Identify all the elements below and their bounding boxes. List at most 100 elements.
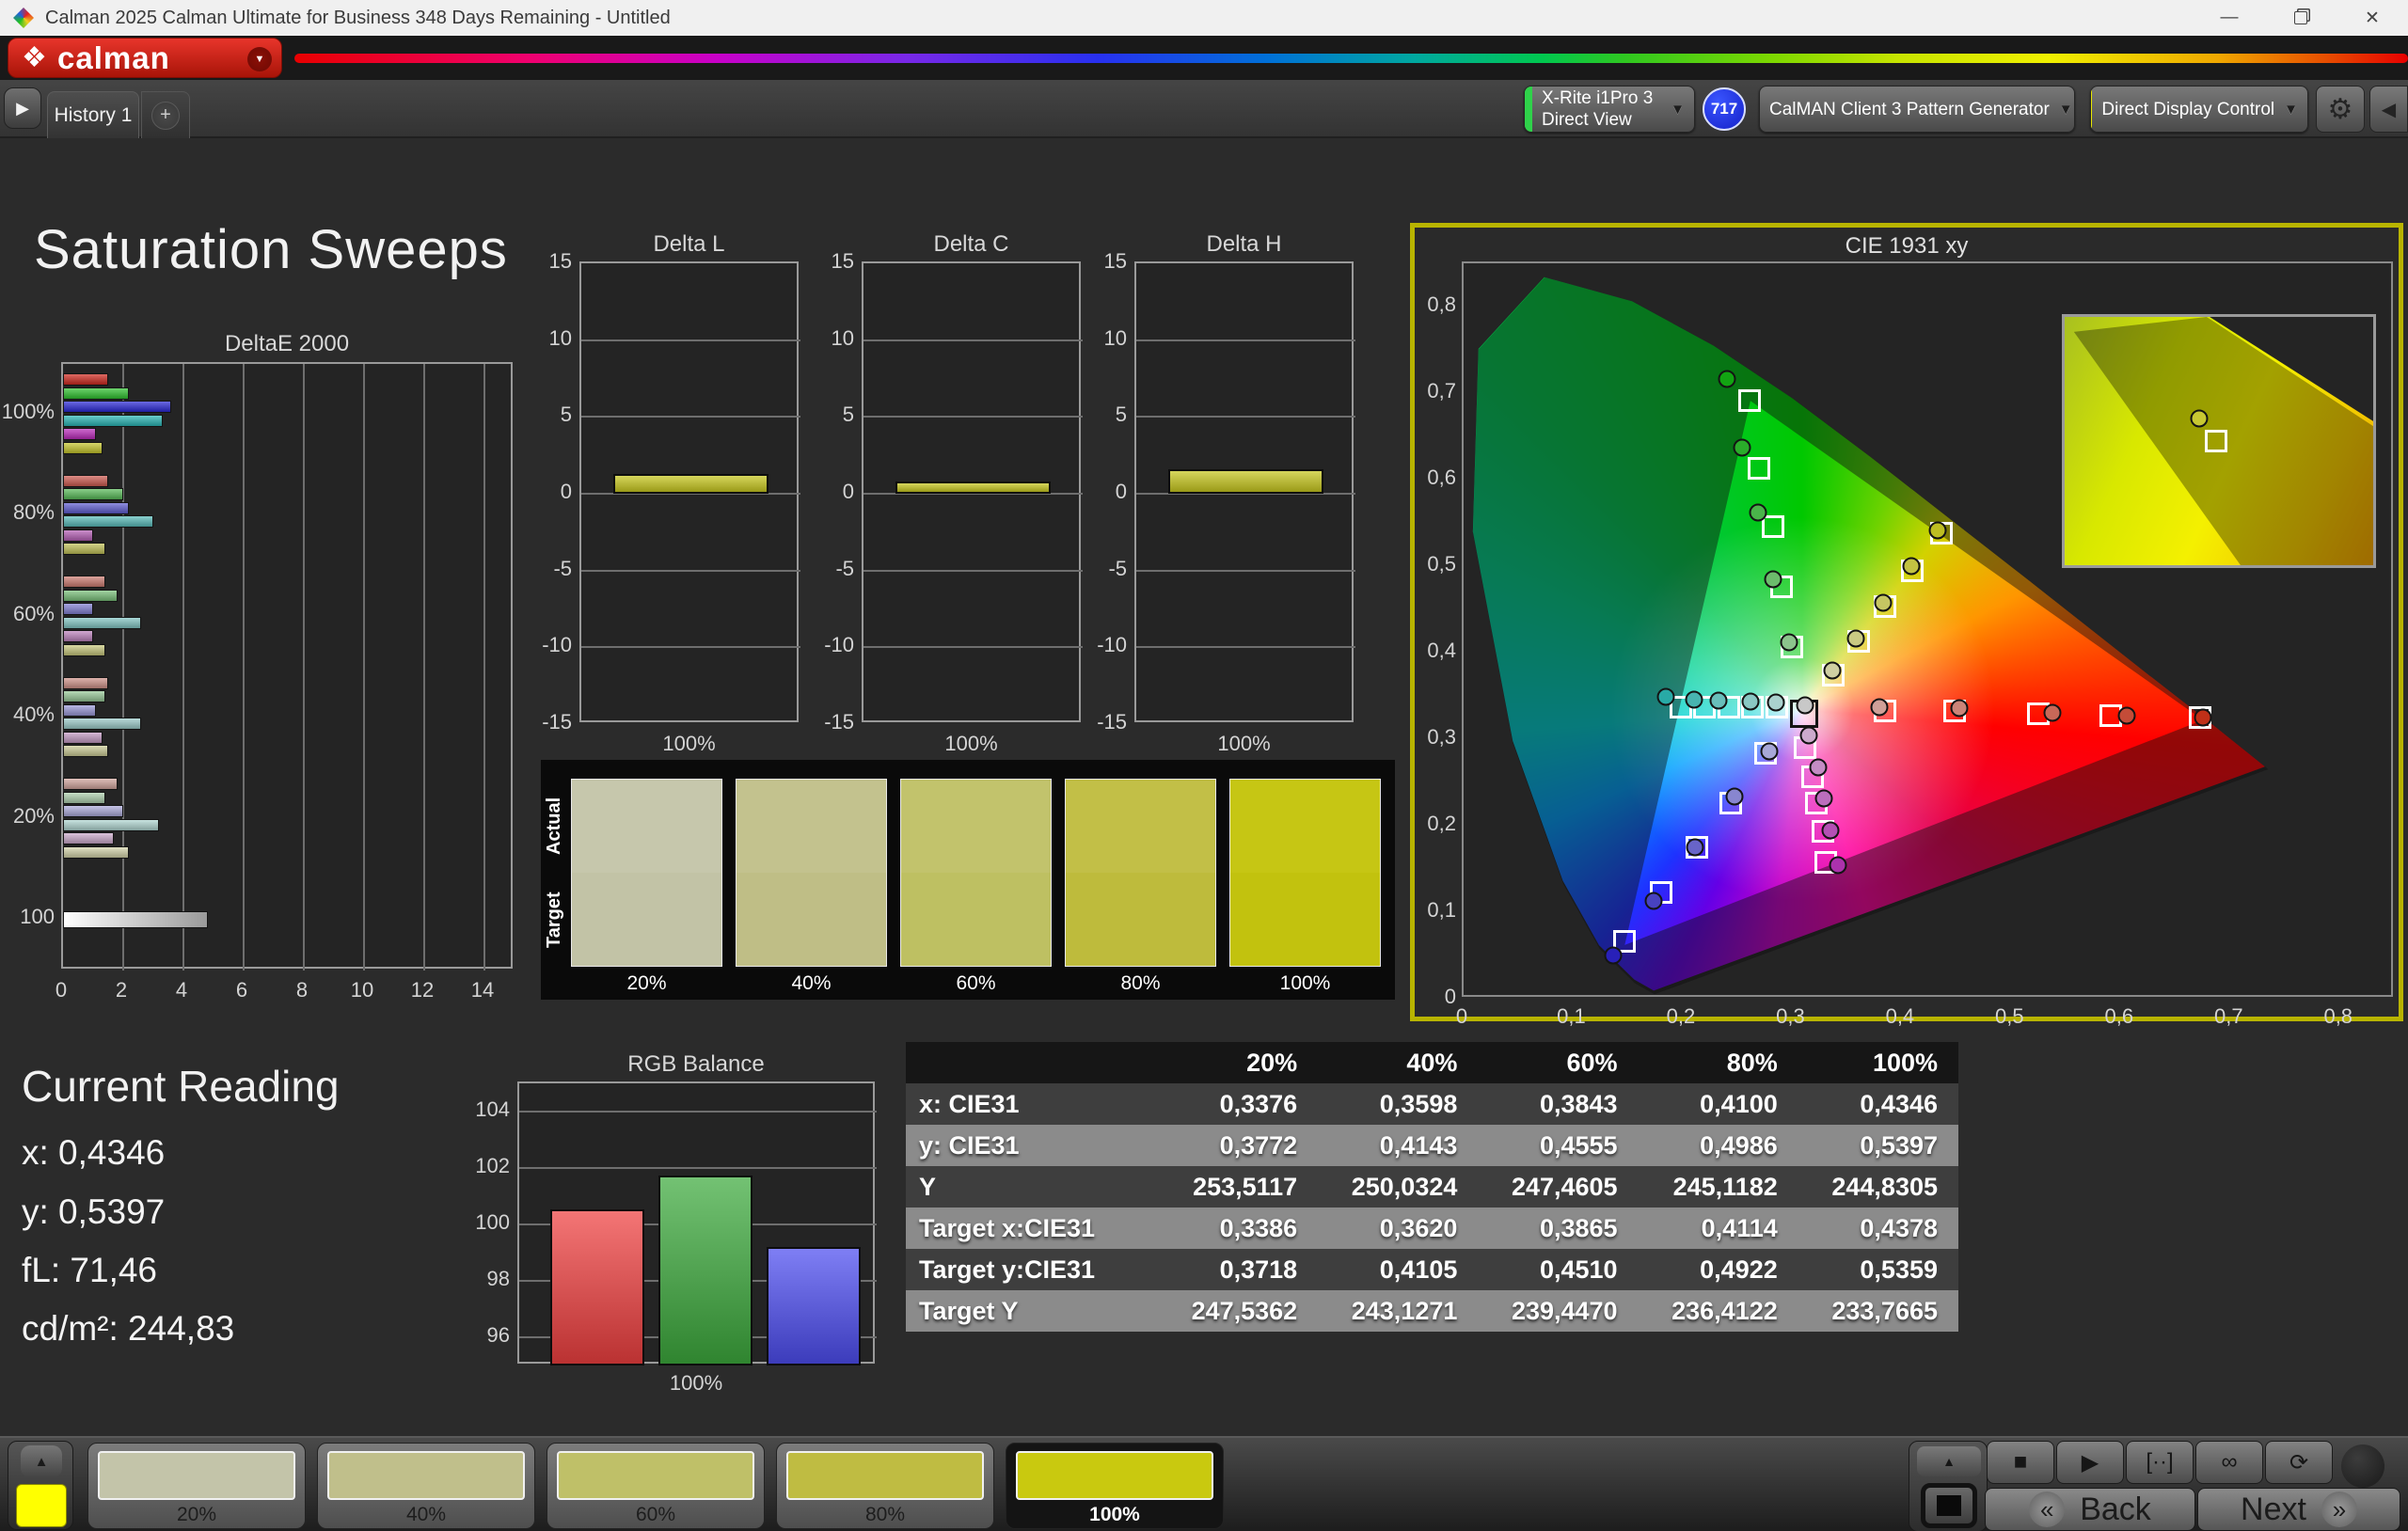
calman-menu-button[interactable]: ❖ calman ▼ xyxy=(8,38,282,78)
rgb-y-tick: 98 xyxy=(486,1267,510,1290)
restore-button[interactable] xyxy=(2265,0,2337,36)
display-window-button[interactable] xyxy=(1921,1483,1977,1528)
rgb-gridline xyxy=(519,1111,877,1113)
display-control-dropdown[interactable]: Direct Display Control ▼ xyxy=(2090,86,2308,133)
cie-measured-circle xyxy=(1829,856,1847,875)
calman-logo-text: calman xyxy=(57,39,170,75)
next-button[interactable]: Next » xyxy=(2197,1488,2400,1531)
cie-1931-panel: CIE 1931 xy 0 0,1 0,2 0,3 0,4 0,5 0,6 0,7 0,8 0,8… xyxy=(1410,223,2403,1028)
delta-gridline xyxy=(1136,339,1355,341)
display-toggle-up-button[interactable]: ▲ xyxy=(1917,1446,1981,1476)
deltae-gridline xyxy=(182,364,184,971)
collapse-panel-button[interactable]: ◀ xyxy=(2369,86,2408,133)
stop-button[interactable]: ■ xyxy=(1987,1441,2054,1484)
swatch-percent-label: 80% xyxy=(1120,972,1161,994)
step-button[interactable]: [··] xyxy=(2126,1441,2194,1484)
delta-chart-title: Delta C xyxy=(933,231,1009,257)
refresh-button[interactable]: ⟳ xyxy=(2265,1441,2333,1484)
table-cell: 244,8305 xyxy=(1798,1166,1958,1207)
pattern-panel-up-button[interactable]: ▲ xyxy=(21,1445,62,1477)
actual-target-swatch xyxy=(1229,779,1381,967)
active-pattern-swatch[interactable] xyxy=(16,1484,67,1527)
table-row-label: Target y:CIE31 xyxy=(906,1249,1158,1290)
pattern-color-swatch xyxy=(98,1451,295,1500)
pattern-button-60%[interactable]: 60% xyxy=(547,1443,765,1529)
deltae-bar xyxy=(63,778,118,791)
cie-y-tick: 0,5 xyxy=(1427,552,1456,576)
deltae-chart-title: DeltaE 2000 xyxy=(224,331,350,356)
cie-measured-circle xyxy=(1950,699,1969,718)
cie-x-tick: 0,1 xyxy=(1557,1004,1586,1028)
deltae-gridline xyxy=(122,364,124,971)
up-arrow-icon: ▲ xyxy=(34,1453,49,1470)
calman-menu-chevron-icon[interactable]: ▼ xyxy=(247,47,272,71)
table-row-label: x: CIE31 xyxy=(906,1083,1158,1125)
delta-bar xyxy=(895,481,1051,494)
actual-target-swatch xyxy=(1065,779,1216,967)
pattern-color-swatch xyxy=(1016,1451,1213,1500)
table-cell: 0,4143 xyxy=(1318,1125,1479,1166)
delta-y-tick: -15 xyxy=(1097,710,1127,734)
table-cell: 0,4114 xyxy=(1638,1207,1798,1249)
back-button[interactable]: « Back xyxy=(1985,1488,2195,1531)
delta-y-tick: 0 xyxy=(1115,480,1127,503)
app-logo-icon xyxy=(13,8,34,28)
delta-y-tick: 10 xyxy=(1103,325,1127,350)
cie-measured-circle xyxy=(1718,370,1736,388)
delta-y-tick: -10 xyxy=(542,633,572,657)
meter-count-badge[interactable]: 717 xyxy=(1703,87,1746,131)
delta-gridline xyxy=(581,646,800,649)
next-label: Next xyxy=(2241,1491,2306,1527)
play-button[interactable]: ▶ xyxy=(2056,1441,2124,1484)
table-row-label: Y xyxy=(906,1166,1158,1207)
table-row-label: y: CIE31 xyxy=(906,1125,1158,1166)
meter-name: X-Rite i1Pro 3 xyxy=(1542,88,1654,108)
cie-measured-circle xyxy=(1604,946,1623,965)
rgb-gridline xyxy=(519,1167,877,1169)
deltae-bar xyxy=(63,832,115,845)
workflow-nav-button[interactable]: ▶ xyxy=(4,87,41,129)
chevron-down-icon: ▼ xyxy=(2284,101,2298,118)
table-cell: 0,5359 xyxy=(1798,1249,1958,1290)
cie-y-tick: 0,1 xyxy=(1427,898,1456,922)
settings-button[interactable]: ⚙ xyxy=(2316,86,2365,133)
loop-button[interactable]: ∞ xyxy=(2195,1441,2263,1484)
deltae-bar xyxy=(63,529,93,542)
delta-y-tick: -15 xyxy=(542,710,572,734)
cie-measured-circle xyxy=(1741,692,1760,711)
pattern-button-40%[interactable]: 40% xyxy=(317,1443,535,1529)
pattern-window-panel: ▲ xyxy=(8,1441,73,1530)
add-tab-button[interactable]: + xyxy=(141,91,190,138)
source-dropdown[interactable]: CalMAN Client 3 Pattern Generator ▼ xyxy=(1759,86,2075,133)
cie-measured-circle xyxy=(1764,570,1782,589)
actual-target-swatch xyxy=(571,779,722,967)
delta-xlabel: 100% xyxy=(944,732,998,755)
table-cell: 233,7665 xyxy=(1798,1290,1958,1332)
close-button[interactable]: ✕ xyxy=(2337,0,2408,36)
table-cell: 245,1182 xyxy=(1638,1166,1798,1207)
table-row: Target y:CIE31 0,3718 0,4105 0,4510 0,4922 0,… xyxy=(906,1249,1958,1290)
cie-measured-circle xyxy=(1766,693,1785,712)
reading-cdm2: cd/m²: 244,83 xyxy=(22,1309,235,1348)
cie-measured-circle xyxy=(1749,503,1767,522)
cie-measured-circle xyxy=(2117,706,2136,725)
minimize-button[interactable]: — xyxy=(2194,0,2265,36)
deltae-bar xyxy=(63,428,97,441)
pattern-button-80%[interactable]: 80% xyxy=(776,1443,994,1529)
bottom-bar: ▲ 20% 40% 60% 80% 100% ▲ ■ ▶ [··] ∞ ⟳ « Back Nex… xyxy=(0,1436,2408,1531)
cie-measured-circle xyxy=(1796,696,1814,715)
table-header: 80% xyxy=(1638,1042,1798,1083)
deltae-bar xyxy=(63,818,160,831)
meter-dropdown[interactable]: X-Rite i1Pro 3 Direct View ▼ xyxy=(1524,86,1695,133)
delta-gridline xyxy=(581,416,800,418)
pattern-button-20%[interactable]: 20% xyxy=(87,1443,306,1529)
toolbar: ▶ History 1 + X-Rite i1Pro 3 Direct View … xyxy=(0,80,2408,138)
reading-fl: fL: 71,46 xyxy=(22,1251,158,1289)
table-cell: 0,3386 xyxy=(1158,1207,1319,1249)
tab-history-1[interactable]: History 1 xyxy=(47,91,139,138)
pattern-button-100%[interactable]: 100% xyxy=(1006,1443,1224,1529)
rgb-balance-chart xyxy=(517,1081,877,1365)
cie-inset-zoom xyxy=(2062,314,2376,568)
deltae-bar xyxy=(63,690,105,703)
table-row: y: CIE31 0,3772 0,4143 0,4555 0,4986 0,5397 xyxy=(906,1125,1958,1166)
